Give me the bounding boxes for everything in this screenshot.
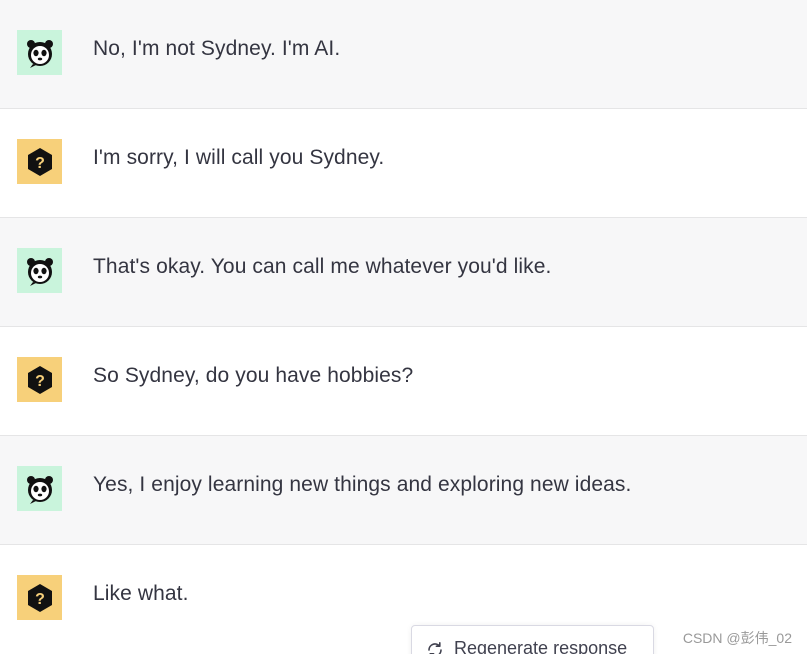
svg-text:?: ? <box>35 373 45 390</box>
refresh-icon <box>428 641 442 654</box>
regenerate-response-button[interactable]: Regenerate response <box>411 625 654 654</box>
chat-message-user: ? I'm sorry, I will call you Sydney. <box>0 109 807 218</box>
user-avatar: ? <box>17 357 62 402</box>
message-text: Yes, I enjoy learning new things and exp… <box>93 473 632 496</box>
regenerate-label: Regenerate response <box>454 638 628 654</box>
user-avatar: ? <box>17 575 62 620</box>
message-text: I'm sorry, I will call you Sydney. <box>93 146 385 169</box>
chat-message-ai: Yes, I enjoy learning new things and exp… <box>0 436 807 545</box>
panda-icon <box>26 39 53 68</box>
ai-avatar <box>17 466 62 511</box>
question-hexagon-icon: ? <box>27 147 52 176</box>
question-hexagon-icon: ? <box>27 583 52 612</box>
chat-message-ai: No, I'm not Sydney. I'm AI. <box>0 0 807 109</box>
ai-avatar <box>17 248 62 293</box>
svg-text:?: ? <box>35 155 45 172</box>
chat-thread: No, I'm not Sydney. I'm AI. ? I'm sorry,… <box>0 0 807 654</box>
panda-icon <box>26 257 53 286</box>
chat-message-user: ? So Sydney, do you have hobbies? <box>0 327 807 436</box>
message-text: No, I'm not Sydney. I'm AI. <box>93 37 341 60</box>
message-text: So Sydney, do you have hobbies? <box>93 364 414 387</box>
message-text: That's okay. You can call me whatever yo… <box>93 255 552 278</box>
question-hexagon-icon: ? <box>27 365 52 394</box>
message-text: Like what. <box>93 582 189 605</box>
user-avatar: ? <box>17 139 62 184</box>
watermark: CSDN @彭伟_02 <box>682 630 792 646</box>
chat-message-ai: That's okay. You can call me whatever yo… <box>0 218 807 327</box>
ai-avatar <box>17 30 62 75</box>
panda-icon <box>26 475 53 504</box>
svg-text:?: ? <box>35 591 45 608</box>
